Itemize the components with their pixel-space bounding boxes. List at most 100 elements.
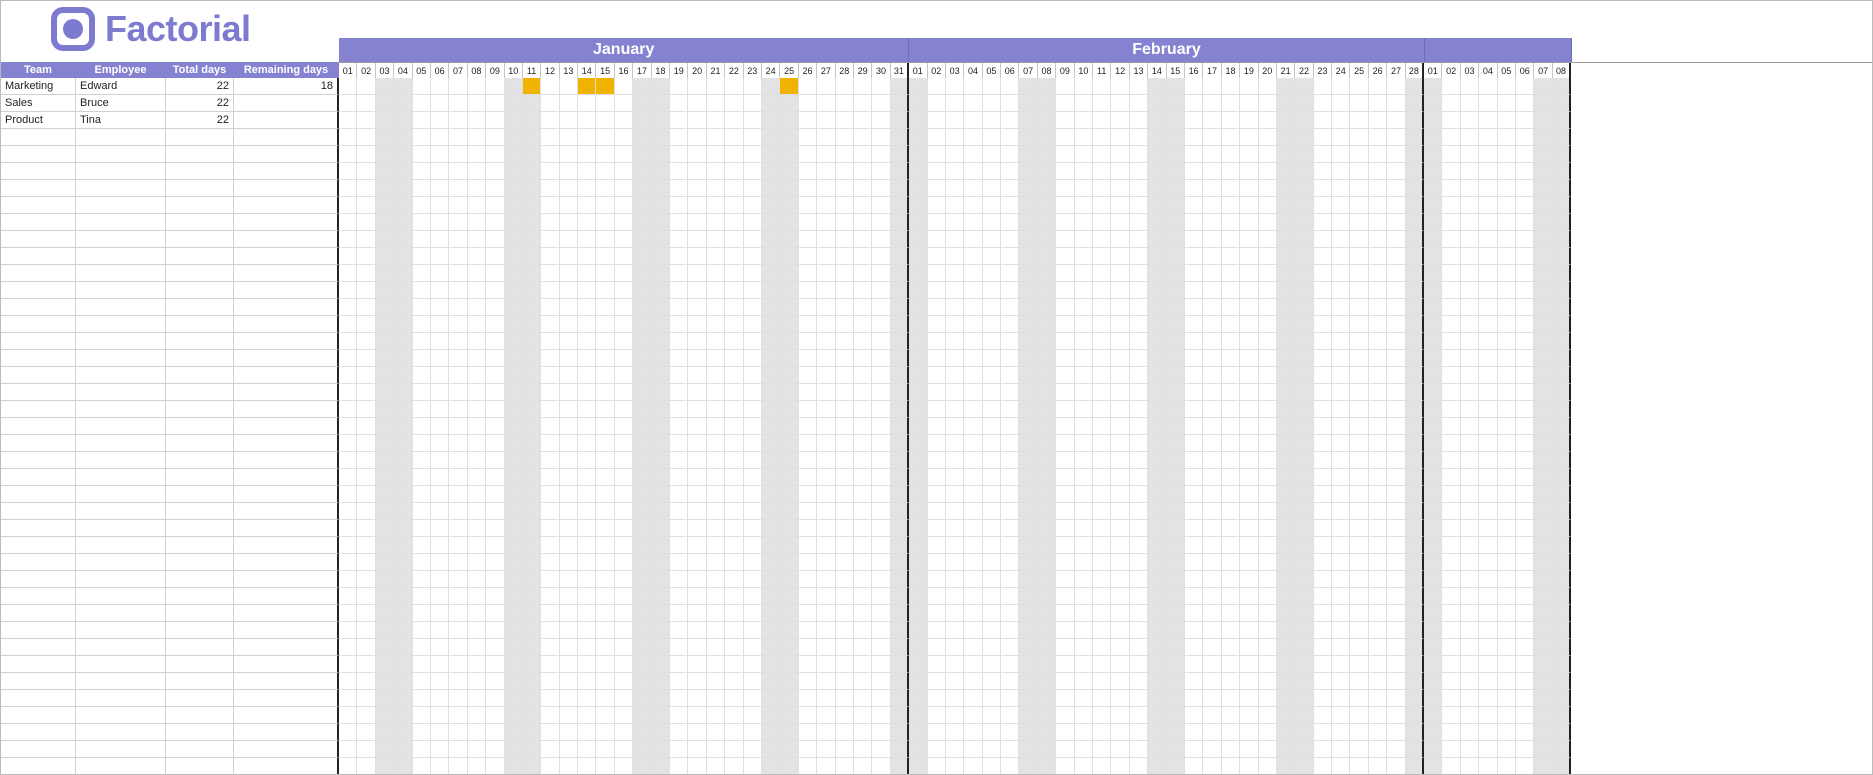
day-cell[interactable] [505,163,523,180]
day-cell[interactable] [854,367,872,384]
day-cell[interactable] [1203,112,1221,129]
day-cell[interactable] [928,350,946,367]
day-cell[interactable] [928,146,946,163]
day-cell[interactable] [1222,384,1240,401]
day-cell[interactable] [836,367,854,384]
day-cell[interactable] [505,248,523,265]
day-cell[interactable] [1093,282,1111,299]
day-cell[interactable] [468,537,486,554]
day-cell[interactable] [652,197,670,214]
day-cell[interactable] [891,316,909,333]
day-cell[interactable] [1240,163,1258,180]
day-cell[interactable] [1185,163,1203,180]
day-cell[interactable] [486,129,504,146]
day-cell[interactable] [615,299,633,316]
day-cell[interactable] [1424,673,1442,690]
day-cell[interactable] [1203,452,1221,469]
day-cell[interactable] [1111,401,1129,418]
day-cell[interactable] [1553,78,1571,95]
day-cell[interactable] [946,469,964,486]
day-cell[interactable] [1019,469,1037,486]
day-cell[interactable] [1406,248,1424,265]
day-cell[interactable] [1185,639,1203,656]
day-cell[interactable] [541,248,559,265]
day-cell[interactable] [1369,418,1387,435]
day-cell[interactable] [1259,554,1277,571]
day-cell[interactable] [780,758,798,775]
day-cell[interactable] [1185,656,1203,673]
day-cell[interactable] [1479,231,1497,248]
day-cell[interactable] [1111,112,1129,129]
day-cell[interactable] [872,690,890,707]
day-cell[interactable] [1387,112,1405,129]
day-cell[interactable] [799,554,817,571]
day-cell[interactable] [1075,282,1093,299]
day-cell[interactable] [964,537,982,554]
day-cell[interactable] [817,724,835,741]
day-cell[interactable] [1222,707,1240,724]
cell-employee[interactable] [76,707,166,724]
day-cell[interactable] [872,282,890,299]
day-cell[interactable] [946,231,964,248]
day-cell[interactable] [799,724,817,741]
day-cell[interactable] [1553,333,1571,350]
day-cell[interactable] [1350,180,1368,197]
day-cell[interactable] [725,435,743,452]
day-cell[interactable] [633,622,651,639]
day-cell[interactable] [1130,146,1148,163]
day-cell[interactable] [376,503,394,520]
day-cell[interactable] [615,95,633,112]
day-cell[interactable] [744,265,762,282]
day-cell[interactable] [1240,503,1258,520]
day-cell[interactable] [1111,384,1129,401]
day-cell[interactable] [854,197,872,214]
day-cell[interactable] [1222,350,1240,367]
day-cell[interactable] [744,503,762,520]
day-cell[interactable] [615,520,633,537]
day-cell[interactable] [1387,452,1405,469]
day-cell[interactable] [1093,605,1111,622]
day-cell[interactable] [468,503,486,520]
day-cell[interactable] [468,520,486,537]
day-cell[interactable] [1203,758,1221,775]
day-cell[interactable] [799,146,817,163]
day-cell[interactable] [1516,180,1534,197]
day-cell[interactable] [891,622,909,639]
day-cell[interactable] [670,707,688,724]
cell-team[interactable] [1,282,76,299]
day-cell[interactable] [946,520,964,537]
day-cell[interactable] [1332,248,1350,265]
day-cell[interactable] [946,265,964,282]
day-cell[interactable] [1038,95,1056,112]
day-cell[interactable] [891,503,909,520]
cell-remaining-days[interactable] [234,486,339,503]
day-cell[interactable] [983,367,1001,384]
day-cell[interactable] [854,333,872,350]
day-cell[interactable] [964,469,982,486]
day-cell[interactable] [1387,333,1405,350]
day-cell[interactable] [1295,299,1313,316]
day-cell[interactable] [468,129,486,146]
day-cell[interactable] [560,282,578,299]
day-cell[interactable] [1461,486,1479,503]
day-cell[interactable] [1056,605,1074,622]
day-cell[interactable] [1038,537,1056,554]
day-cell[interactable] [1093,163,1111,180]
day-cell[interactable] [505,265,523,282]
day-cell[interactable] [1148,163,1166,180]
day-cell[interactable] [1167,95,1185,112]
day-cell[interactable] [449,265,467,282]
day-cell[interactable] [688,605,706,622]
day-cell[interactable] [1387,588,1405,605]
day-cell[interactable] [1148,588,1166,605]
cell-team[interactable] [1,503,76,520]
day-cell[interactable] [1167,656,1185,673]
day-cell[interactable] [560,197,578,214]
day-cell[interactable] [560,95,578,112]
day-cell[interactable] [486,384,504,401]
day-cell[interactable] [413,554,431,571]
day-cell[interactable] [505,367,523,384]
day-cell[interactable] [1111,197,1129,214]
cell-remaining-days[interactable] [234,282,339,299]
day-cell[interactable] [633,656,651,673]
